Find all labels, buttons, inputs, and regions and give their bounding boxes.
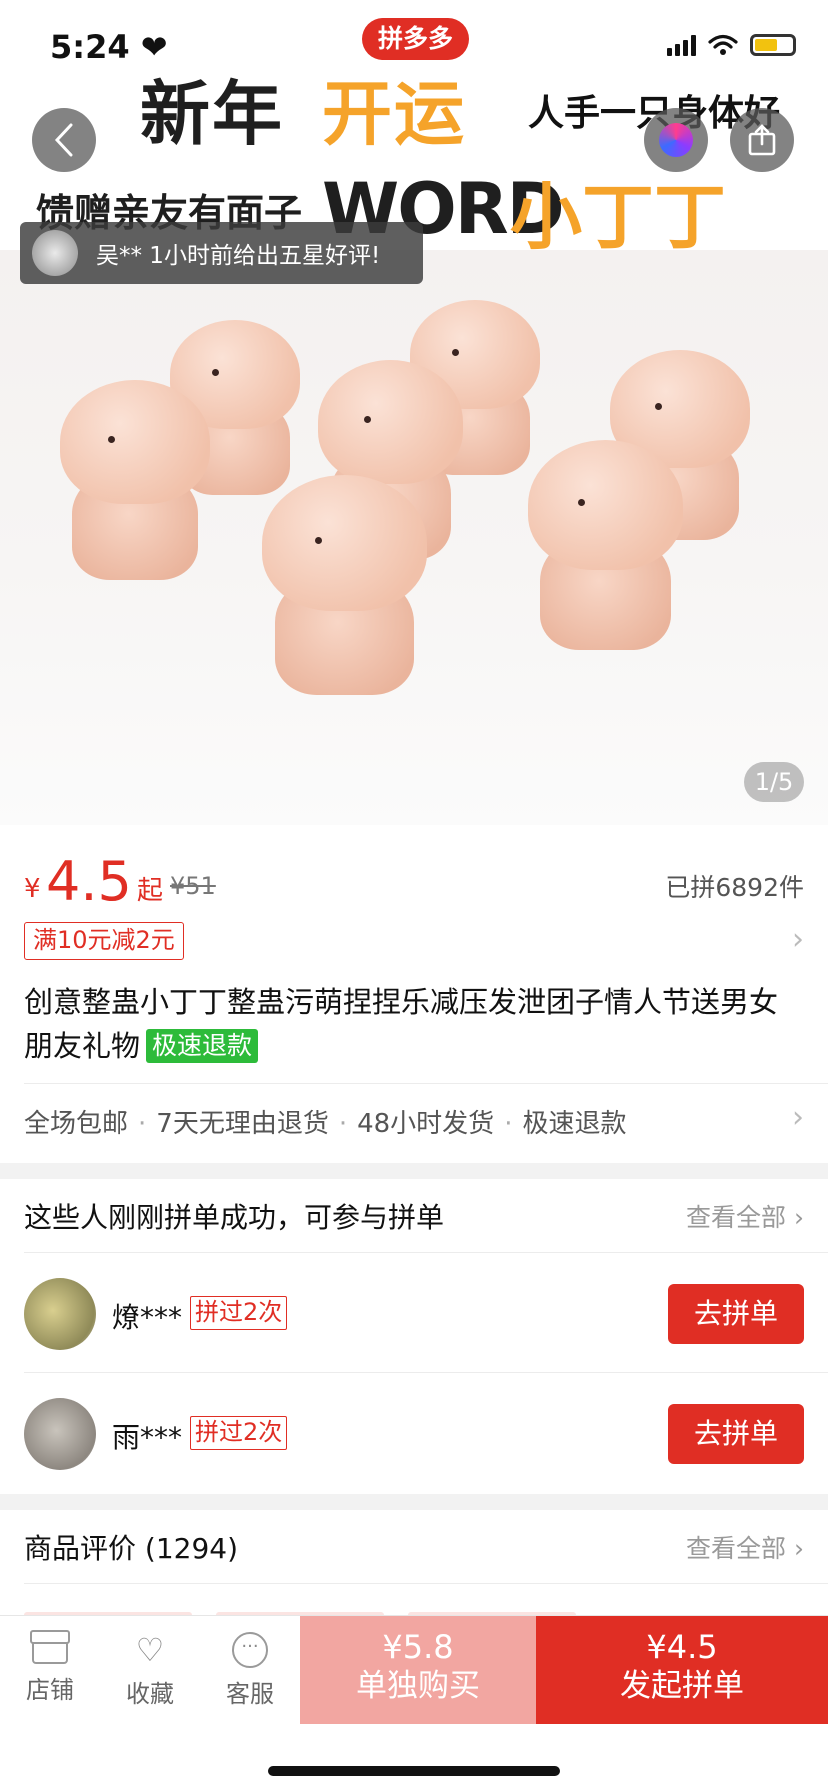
- coupon-badge[interactable]: 满10元减2元: [24, 922, 184, 960]
- service-label: 客服: [226, 1680, 274, 1708]
- image-page-indicator: 1/5: [744, 762, 804, 802]
- store-label: 店铺: [26, 1676, 74, 1704]
- chevron-right-icon[interactable]: ›: [792, 922, 804, 957]
- avatar: [32, 230, 78, 276]
- join-group-button[interactable]: 去拼单: [668, 1284, 804, 1344]
- chevron-right-icon[interactable]: ›: [792, 1100, 804, 1135]
- heart-icon: ♡: [135, 1631, 165, 1669]
- status-icons: [667, 34, 796, 56]
- status-time: 5:24 ❤: [50, 28, 168, 66]
- brand-badge: 拼多多: [362, 18, 470, 60]
- group-price: ¥4.5: [646, 1628, 718, 1666]
- original-price: ¥51: [170, 872, 216, 900]
- product-figure: [60, 380, 210, 580]
- divider: [24, 1583, 828, 1584]
- service-item: 7天无理由退货: [156, 1109, 329, 1139]
- divider: [24, 1252, 828, 1253]
- divider: [24, 1372, 828, 1373]
- avatar: [24, 1398, 96, 1470]
- avatar: [24, 1278, 96, 1350]
- back-button[interactable]: [32, 108, 96, 172]
- buyer-name: 燎***: [112, 1301, 183, 1334]
- review-toast: 吴** 1小时前给出五星好评!: [20, 222, 423, 284]
- battery-icon: [750, 34, 796, 56]
- service-item: 全场包邮: [24, 1109, 129, 1139]
- wifi-icon: [708, 34, 738, 55]
- start-group-buy-button[interactable]: ¥4.5 发起拼单: [536, 1616, 828, 1724]
- assistant-button[interactable]: [644, 108, 708, 172]
- section-divider: [0, 1494, 828, 1510]
- reviews-header: 商品评价 (1294) 查看全部 ›: [24, 1527, 804, 1567]
- price-row: ¥ 4.5 起 ¥51 已拼6892件: [24, 850, 804, 913]
- toast-text: 吴** 1小时前给出五星好评!: [96, 243, 381, 269]
- section-title: 这些人刚刚拼单成功，可参与拼单: [24, 1201, 445, 1234]
- join-group-button[interactable]: 去拼单: [668, 1404, 804, 1464]
- group-buy-header: 这些人刚刚拼单成功，可参与拼单 查看全部 ›: [24, 1196, 804, 1236]
- service-item: 极速退款: [522, 1109, 627, 1139]
- buy-single-button[interactable]: ¥5.8 单独购买: [300, 1616, 536, 1724]
- service-guarantees[interactable]: 全场包邮 · 7天无理由退货 · 48小时发货 · 极速退款: [24, 1103, 804, 1140]
- product-figure: [262, 475, 427, 695]
- section-divider: [0, 1163, 828, 1179]
- product-figure: [528, 440, 683, 650]
- fast-refund-tag: 极速退款: [146, 1029, 259, 1063]
- buyer-badge: 拼过2次: [190, 1416, 288, 1450]
- section-title: 商品评价 (1294): [24, 1532, 239, 1565]
- single-price: ¥5.8: [382, 1628, 454, 1666]
- service-item: 48小时发货: [357, 1109, 495, 1139]
- banner-text: 开运: [322, 73, 466, 155]
- price-currency: ¥: [24, 874, 41, 904]
- cellular-signal-icon: [667, 34, 696, 56]
- favorite-label: 收藏: [126, 1680, 174, 1708]
- single-label: 单独购买: [356, 1668, 480, 1704]
- group-label: 发起拼单: [620, 1668, 744, 1704]
- divider: [24, 1083, 828, 1084]
- store-button[interactable]: 店铺: [0, 1616, 100, 1724]
- favorite-button[interactable]: ♡ 收藏: [100, 1616, 200, 1724]
- banner-text: 小丁丁: [510, 175, 727, 259]
- view-all-link[interactable]: 查看全部 ›: [686, 1198, 804, 1234]
- view-all-link[interactable]: 查看全部 ›: [686, 1529, 804, 1565]
- chat-icon: ···: [232, 1632, 268, 1668]
- product-title: 创意整蛊小丁丁整蛊污萌捏捏乐减压发泄团子情人节送男女朋友礼物 极速退款: [24, 980, 804, 1068]
- price-suffix: 起: [137, 876, 164, 906]
- buyer-badge: 拼过2次: [190, 1296, 288, 1330]
- list-item: 燎*** 拼过2次 去拼单: [24, 1278, 804, 1350]
- home-indicator[interactable]: [268, 1766, 560, 1776]
- list-item: 雨*** 拼过2次 去拼单: [24, 1398, 804, 1470]
- customer-service-button[interactable]: ··· 客服: [200, 1616, 300, 1724]
- bottom-action-bar: 店铺 ♡ 收藏 ··· 客服 ¥5.8 单独购买 ¥4.5 发起拼单: [0, 1615, 828, 1724]
- sold-count: 已拼6892件: [665, 873, 804, 902]
- assistant-icon: [659, 123, 693, 157]
- banner-text: 新年: [140, 73, 284, 155]
- product-photo: [0, 300, 828, 780]
- chevron-left-icon: [54, 123, 73, 157]
- share-button[interactable]: [730, 108, 794, 172]
- store-icon: [30, 1630, 70, 1664]
- buyer-name: 雨***: [112, 1421, 183, 1454]
- share-icon: [748, 124, 776, 156]
- price-value: 4.5: [46, 850, 132, 913]
- product-title-text: 创意整蛊小丁丁整蛊污萌捏捏乐减压发泄团子情人节送男女朋友礼物: [24, 985, 779, 1063]
